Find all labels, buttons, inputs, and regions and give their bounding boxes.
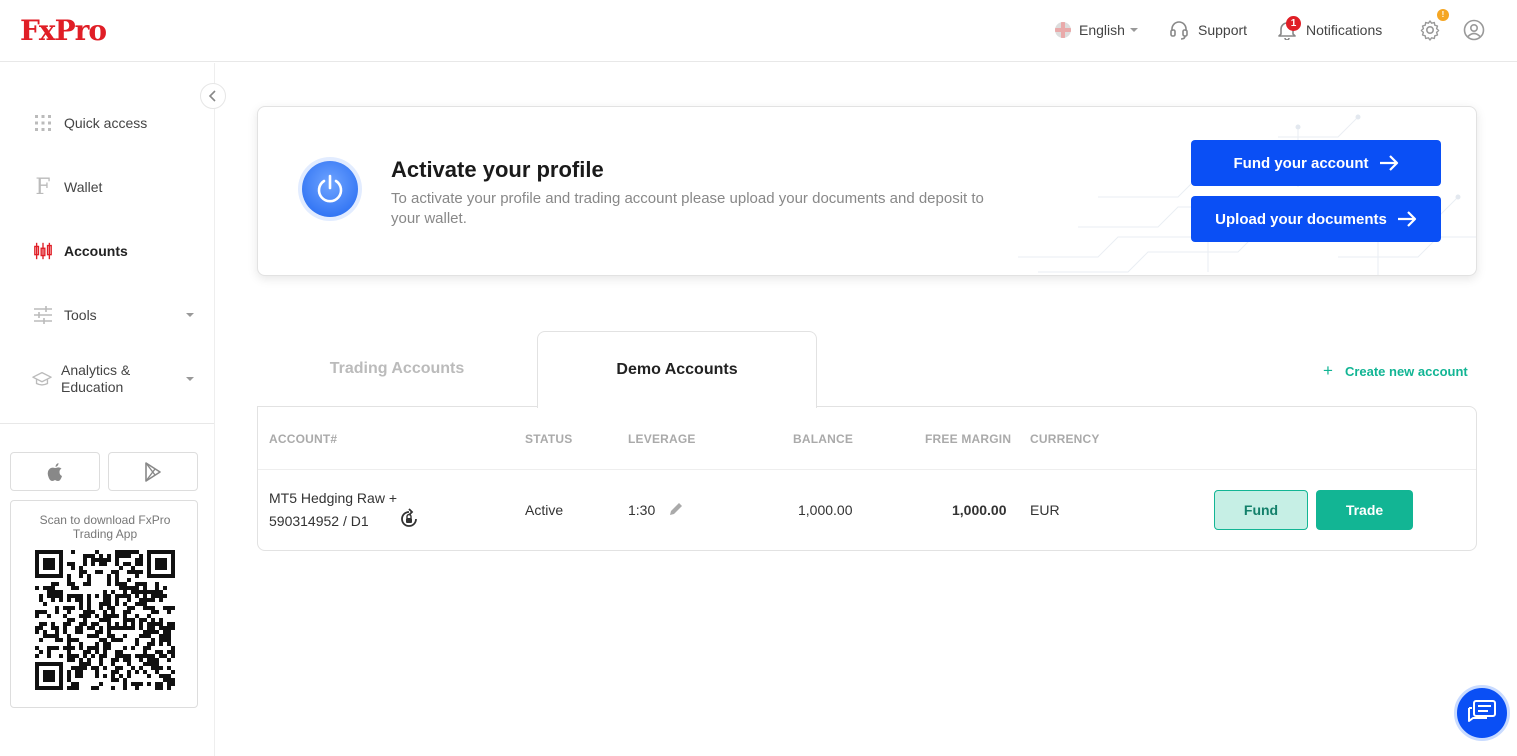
accounts-table: ACCOUNT# STATUS LEVERAGE BALANCE FREE MA… xyxy=(257,406,1477,551)
user-profile-button[interactable] xyxy=(1463,19,1485,41)
uk-flag-icon xyxy=(1055,22,1071,38)
sliders-icon xyxy=(33,305,53,325)
create-new-account-link[interactable]: + Create new account xyxy=(1323,361,1468,381)
upload-documents-label: Upload your documents xyxy=(1215,210,1387,228)
settings-button[interactable]: ! xyxy=(1419,9,1449,41)
notifications-button[interactable]: 1 Notifications xyxy=(1278,16,1383,41)
top-bar: FxPro English Support 1 Notifications ! xyxy=(0,0,1517,62)
banner-title: Activate your profile xyxy=(391,157,604,182)
google-play-icon xyxy=(145,461,161,482)
column-header-status: STATUS xyxy=(525,432,573,446)
chevron-down-icon xyxy=(186,313,194,317)
account-free-margin: 1,000.00 xyxy=(952,502,1007,518)
sidebar-item-analytics-education[interactable]: Analytics & Education xyxy=(0,359,214,399)
notifications-label: Notifications xyxy=(1306,22,1383,38)
tab-trading-accounts[interactable]: Trading Accounts xyxy=(257,331,537,407)
circuit-decoration xyxy=(1018,114,1476,275)
reset-balance-icon[interactable] xyxy=(398,508,420,530)
grid-icon xyxy=(33,113,53,133)
support-link[interactable]: Support xyxy=(1170,19,1247,41)
settings-alert-badge: ! xyxy=(1437,9,1449,21)
wallet-f-icon: F xyxy=(35,174,51,200)
fund-your-account-label: Fund your account xyxy=(1233,154,1369,172)
candles-icon xyxy=(33,241,53,261)
fxpro-logo[interactable]: FxPro xyxy=(20,14,107,47)
live-chat-button[interactable] xyxy=(1454,685,1510,741)
power-icon xyxy=(302,161,358,217)
qr-caption: Scan to download FxPro Trading App xyxy=(39,513,171,541)
chevron-down-icon xyxy=(1129,28,1138,32)
sidebar: Quick access F Wallet Accounts Tools Ana… xyxy=(0,63,226,756)
collapse-sidebar-button[interactable] xyxy=(200,83,226,109)
column-header-balance: BALANCE xyxy=(793,432,854,446)
upload-documents-button[interactable]: Upload your documents xyxy=(1191,196,1441,242)
header-divider xyxy=(258,469,1476,470)
apple-icon xyxy=(47,462,62,481)
sidebar-item-quick-access[interactable]: Quick access xyxy=(0,103,214,143)
sidebar-divider xyxy=(0,423,214,424)
user-icon xyxy=(1463,19,1485,41)
arrow-right-icon xyxy=(1379,155,1398,171)
sidebar-item-label: Accounts xyxy=(64,243,128,259)
sidebar-item-tools[interactable]: Tools xyxy=(0,295,214,335)
sidebar-item-label: Analytics & Education xyxy=(61,362,131,395)
column-header-currency: CURRENCY xyxy=(1030,432,1100,446)
account-number: 590314952 / D1 xyxy=(269,513,369,529)
gear-icon xyxy=(1420,20,1440,41)
edit-leverage-icon[interactable] xyxy=(668,501,684,517)
arrow-right-icon xyxy=(1397,211,1416,227)
qr-download-box: Scan to download FxPro Trading App xyxy=(10,500,198,708)
language-label: English xyxy=(1079,22,1125,38)
account-status: Active xyxy=(525,502,564,518)
sidebar-item-label: Tools xyxy=(64,307,97,323)
plus-icon: + xyxy=(1323,361,1333,380)
fund-your-account-button[interactable]: Fund your account xyxy=(1191,140,1441,186)
account-balance: 1,000.00 xyxy=(798,502,853,518)
chevron-down-icon xyxy=(186,377,194,381)
fund-button[interactable]: Fund xyxy=(1214,490,1308,530)
graduation-cap-icon xyxy=(32,369,52,389)
sidebar-item-wallet[interactable]: F Wallet xyxy=(0,167,214,207)
create-new-account-label: Create new account xyxy=(1344,363,1468,379)
chat-icon xyxy=(1468,700,1496,722)
trade-button[interactable]: Trade xyxy=(1316,490,1413,530)
support-label: Support xyxy=(1198,22,1248,38)
notification-count-badge: 1 xyxy=(1286,16,1301,31)
google-play-button[interactable] xyxy=(108,452,198,491)
banner-description: To activate your profile and trading acc… xyxy=(391,190,984,227)
activate-profile-banner: Activate your profile To activate your p… xyxy=(257,106,1477,276)
column-header-free-margin: FREE MARGIN xyxy=(925,432,1012,446)
sidebar-item-label: Quick access xyxy=(64,115,148,131)
account-type: MT5 Hedging Raw + xyxy=(269,490,398,506)
chevron-left-icon xyxy=(208,90,216,102)
qr-code-image xyxy=(35,550,175,690)
account-currency: EUR xyxy=(1030,502,1060,518)
headset-icon xyxy=(1170,21,1188,40)
account-leverage: 1:30 xyxy=(628,502,656,518)
column-header-leverage: LEVERAGE xyxy=(628,432,696,446)
sidebar-item-label: Wallet xyxy=(64,179,103,195)
bell-wrap: 1 xyxy=(1278,16,1301,40)
app-store-button[interactable] xyxy=(10,452,100,491)
sidebar-item-accounts[interactable]: Accounts xyxy=(0,231,214,271)
language-selector[interactable]: English xyxy=(1055,19,1138,41)
tab-demo-accounts[interactable]: Demo Accounts xyxy=(537,331,817,408)
column-header-account: ACCOUNT# xyxy=(269,432,338,446)
